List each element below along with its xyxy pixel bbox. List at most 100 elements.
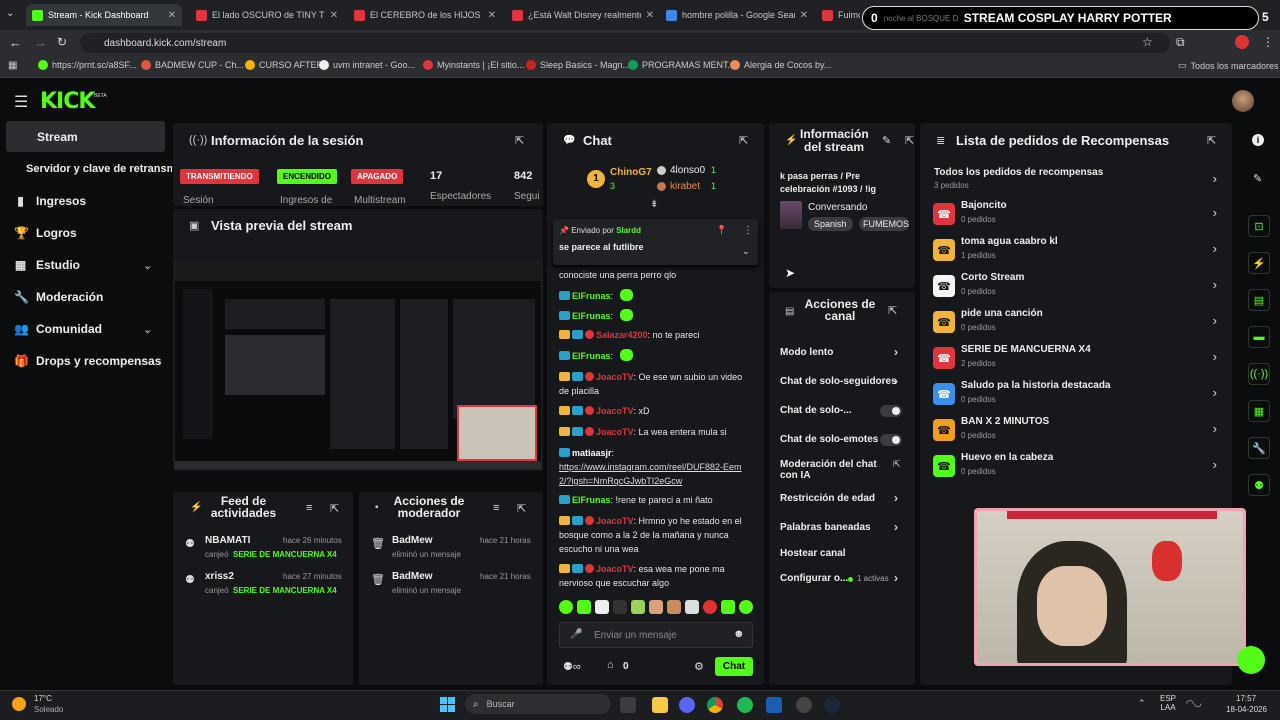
feed-user[interactable]: xriss2	[205, 571, 234, 582]
chat-username[interactable]: JoacoTV	[596, 516, 634, 526]
taskbar-search[interactable]: ⌕ Buscar	[465, 694, 611, 714]
stream-info-edit-icon[interactable]: ✎	[882, 134, 891, 147]
channel-action-row[interactable]: Chat de solo-seguidores	[780, 376, 898, 387]
pinned-collapse-icon[interactable]: ⌄	[742, 246, 750, 257]
browser-tab[interactable]: ¿Está Walt Disney realmente co ✕	[506, 4, 660, 26]
channel-action-row[interactable]: Moderación del chat con IA	[780, 459, 880, 481]
chevron-right-icon[interactable]: ›	[894, 571, 898, 585]
database-icon[interactable]: ▦	[1248, 400, 1270, 422]
browser-tab[interactable]: El CEREBRO de los HIJOS de la ✕	[348, 4, 502, 26]
reward-item[interactable]: ☎ toma agua caabro kl 1 pedidos ›	[933, 235, 1223, 267]
bookmark-item[interactable]: PROGRAMAS MENT...	[628, 60, 735, 70]
tag-spanish[interactable]: Spanish	[808, 217, 853, 231]
unpin-icon[interactable]: 📍	[716, 225, 727, 236]
chat-username[interactable]: ElFrunas	[572, 311, 611, 321]
windows-start-icon[interactable]	[440, 697, 455, 712]
reward-item[interactable]: ☎ Huevo en la cabeza 0 pedidos ›	[933, 451, 1223, 483]
sidebar-item-estudio[interactable]: ▦ Estudio	[14, 258, 80, 272]
top-supporter-name[interactable]: ChinoG7	[610, 167, 652, 178]
chat-username[interactable]: Salazar4200	[596, 330, 648, 340]
bookmark-item[interactable]: CURSO AFTER	[245, 60, 323, 70]
back-icon[interactable]: ←	[9, 35, 22, 50]
pinned-menu-icon[interactable]: ⋮	[743, 225, 753, 236]
browser-tab[interactable]: Fuimos	[816, 4, 866, 26]
chevron-right-icon[interactable]: ›	[894, 520, 898, 534]
pinned-message[interactable]: 📌 Enviado por Slardd se parece al futlib…	[553, 219, 758, 265]
chat-message[interactable]: ElFrunas:	[559, 289, 754, 303]
supporter-name[interactable]: 4lonso0	[670, 165, 705, 176]
chat-users-icon[interactable]: ⚉∞	[563, 660, 581, 673]
mod-expand-icon[interactable]: ⇱	[517, 502, 526, 515]
chrome-icon[interactable]	[707, 697, 723, 713]
store-icon[interactable]: ⌂	[607, 659, 614, 671]
chat-message[interactable]: matiaasjr: https://www.instagram.com/ree…	[559, 446, 754, 488]
reload-icon[interactable]: ↻	[57, 35, 67, 49]
layout-icon[interactable]: ⊡	[1248, 215, 1270, 237]
sidebar-item-drops[interactable]: 🎁 Drops y recompensas	[14, 354, 161, 368]
tab-close-icon[interactable]: ✕	[330, 10, 338, 21]
chat-username[interactable]: matiaasjr	[572, 448, 612, 458]
mod-user[interactable]: BadMew	[392, 571, 433, 582]
chat-message[interactable]: JoacoTV: xD	[559, 404, 754, 418]
extension-banner[interactable]: 0 noche al BOSQUE D STREAM COSPLAY HARRY…	[862, 6, 1259, 30]
wifi-icon[interactable]: ◠◡	[1186, 698, 1202, 709]
reward-item[interactable]: ☎ Saludo pa la historia destacada 0 pedido…	[933, 379, 1223, 411]
emoji-picker-icon[interactable]: ☻	[733, 628, 745, 640]
stream-preview-video[interactable]	[174, 262, 542, 470]
tag-fumemos[interactable]: FUMEMOS	[859, 217, 909, 231]
edit-pencil-icon[interactable]: ✎	[1253, 172, 1262, 185]
sidebar-item-moderación[interactable]: 🔧 Moderación	[14, 290, 103, 304]
bookmark-item[interactable]: Sleep Basics - Magn...	[526, 60, 630, 70]
tab-close-icon[interactable]: ✕	[168, 10, 176, 21]
chat-send-button[interactable]: Chat	[715, 657, 753, 676]
chat-message[interactable]: JoacoTV: esa wea me pone ma nervioso que…	[559, 562, 754, 590]
status-badge[interactable]: TRANSMITIENDO	[180, 169, 259, 184]
chat-username[interactable]: ElFrunas	[572, 495, 611, 505]
browser-tab[interactable]: El lado OSCURO de TINY TIM - ✕	[190, 4, 344, 26]
forward-icon[interactable]: →	[34, 35, 47, 50]
category-name[interactable]: Conversando	[808, 202, 867, 213]
file-explorer-icon[interactable]	[652, 697, 668, 713]
weather-icon[interactable]	[12, 697, 26, 711]
chat-message[interactable]: ElFrunas:	[559, 349, 754, 363]
channel-action-row[interactable]: Modo lento	[780, 347, 898, 358]
clock-date[interactable]: 18-04-2026	[1226, 705, 1267, 714]
info-icon[interactable]: i	[1252, 134, 1264, 146]
status-badge[interactable]: APAGADO	[351, 169, 404, 184]
bookmark-item[interactable]: Alergia de Cocos by...	[730, 60, 831, 70]
feed-user[interactable]: NBAMATI	[205, 535, 250, 546]
bolt-icon[interactable]: ⚡	[1248, 252, 1270, 274]
tab-close-icon[interactable]: ✕	[488, 10, 496, 21]
sidebar-item-servidor[interactable]: Servidor y clave de retransmisión	[26, 163, 172, 175]
stream-info-expand-icon[interactable]: ⇱	[905, 134, 914, 147]
channel-actions-expand-icon[interactable]: ⇱	[888, 304, 897, 317]
tab-close-icon[interactable]: ✕	[800, 10, 808, 21]
emote-bar[interactable]	[559, 600, 754, 616]
bookmark-item[interactable]: Myinstants | ¡El sitio...	[423, 60, 524, 70]
sidebar-item-stream[interactable]: Stream	[37, 130, 78, 144]
mod-user[interactable]: BadMew	[392, 535, 433, 546]
feed-expand-icon[interactable]: ⇱	[330, 502, 339, 515]
chat-message[interactable]: ElFrunas: !rene te pareci a mi ñato	[559, 493, 754, 507]
menu-dots-icon[interactable]: ⋮	[1262, 35, 1274, 49]
chat-input[interactable]: 🎤 Enviar un mensaje ☻	[559, 622, 753, 648]
chevron-right-icon[interactable]: ›	[894, 374, 898, 388]
channel-action-row[interactable]: Palabras baneadas	[780, 522, 898, 533]
spotify-icon[interactable]	[737, 697, 753, 713]
chat-username[interactable]: ElFrunas	[572, 291, 611, 301]
toggle-switch[interactable]	[880, 434, 902, 446]
chat-filter-icon[interactable]: ⇟	[650, 199, 658, 210]
bookmark-item[interactable]: https://prnt.sc/a8SF...	[38, 60, 137, 70]
external-link-icon[interactable]: ⇱	[893, 459, 901, 470]
hamburger-icon[interactable]: ☰	[14, 92, 28, 112]
chat-expand-icon[interactable]: ⇱	[739, 134, 748, 147]
browser-tab[interactable]: hombre polilla - Google Search ✕	[660, 4, 814, 26]
chat-message[interactable]: conociste una perra perro qlo	[559, 268, 754, 282]
rewards-expand-icon[interactable]: ⇱	[1207, 134, 1216, 147]
tab-close-icon[interactable]: ✕	[646, 10, 654, 21]
broadcast-icon[interactable]: ((·))	[1248, 363, 1270, 385]
discord-icon[interactable]	[679, 697, 695, 713]
channel-action-row[interactable]: Restricción de edad	[780, 493, 898, 504]
toggle-switch[interactable]	[880, 405, 902, 417]
tray-icons[interactable]: ⌃	[1138, 698, 1146, 709]
